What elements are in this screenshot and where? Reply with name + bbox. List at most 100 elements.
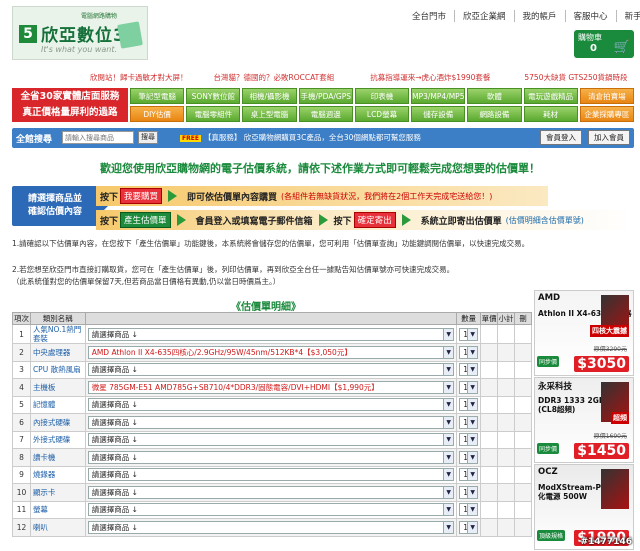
category-tab[interactable]: MP3/MP4/MP5 (411, 88, 466, 104)
step2-press: 按下 (100, 216, 119, 227)
category-tab[interactable]: 耗材 (523, 106, 578, 122)
category-tab[interactable]: 清倉拍賣場 (579, 88, 634, 104)
topnav-account[interactable]: 我的帳戶 (515, 10, 566, 22)
marquee-item[interactable]: 欣閱站！歸卡過敏才對大屏！ (86, 72, 192, 86)
product-select[interactable]: 請選擇商品 ↓ ▼ (87, 327, 455, 341)
product-select[interactable]: AMD Athlon II X4-635四核心/2.9GHz/95W/45nm/… (87, 345, 455, 359)
product-select-value: 請選擇商品 ↓ (91, 487, 138, 497)
marquee-item[interactable]: 台灣貓？德國的？必敗ROCCAT套組 (210, 72, 339, 86)
marquee-item[interactable]: 5750大缺貨 GTS250貨鍋時段 (520, 72, 631, 86)
category-tab[interactable]: SONY數位館 (186, 88, 241, 104)
category-tab[interactable]: DIY估價 (130, 106, 185, 122)
qty-select[interactable]: 1 ▼ (459, 380, 479, 394)
chevron-down-icon: ▼ (467, 504, 478, 516)
row-delete[interactable] (514, 448, 532, 467)
table-row: 5 記憶體 請選擇商品 ↓ ▼ 1 ▼ (12, 395, 532, 414)
product-select[interactable]: 微星 785GM-E51 AMD785G+SB710/4*DDR3/固態電容/D… (87, 380, 455, 394)
row-delete[interactable] (514, 360, 532, 379)
row-delete[interactable] (514, 324, 532, 344)
row-category[interactable]: 外接式硬碟 (29, 430, 86, 449)
send-button[interactable]: 確定寄出 (353, 212, 396, 228)
qty-select[interactable]: 1 ▼ (459, 433, 479, 447)
qty-select[interactable]: 1 ▼ (459, 327, 479, 341)
chevron-down-icon: ▼ (467, 469, 478, 481)
category-tab[interactable]: 儲存設備 (411, 106, 466, 122)
chevron-down-icon: ▼ (467, 346, 478, 358)
row-category[interactable]: 燒錄器 (29, 465, 86, 484)
product-select[interactable]: 請選擇商品 ↓ ▼ (87, 468, 455, 482)
news-ticker[interactable]: FREE 【真服務】 欣亞購物網購買3C產品，全台30個網點都可幫您服務 (180, 132, 421, 143)
row-category[interactable]: 記憶體 (29, 395, 86, 414)
row-category[interactable]: 內接式硬碟 (29, 413, 86, 432)
category-tab[interactable]: 手機/PDA/GPS (298, 88, 353, 104)
row-delete[interactable] (514, 413, 532, 432)
search-input[interactable] (62, 131, 134, 144)
product-select[interactable]: 請選擇商品 ↓ ▼ (87, 520, 455, 534)
topnav-enterprise[interactable]: 欣亞企業網 (455, 10, 515, 22)
row-delete[interactable] (514, 343, 532, 362)
qty-select[interactable]: 1 ▼ (459, 415, 479, 429)
row-category[interactable]: CPU 散熱風扇 (29, 360, 86, 379)
category-tab[interactable]: 電腦週邊 (298, 106, 353, 122)
topnav-stores[interactable]: 全台門市 (404, 10, 456, 22)
row-category[interactable]: 螢幕 (29, 500, 86, 519)
topnav-service[interactable]: 客服中心 (566, 10, 617, 22)
category-tab[interactable]: 網路設備 (467, 106, 522, 122)
search-button[interactable]: 搜尋 (138, 131, 158, 144)
product-select[interactable]: 請選擇商品 ↓ ▼ (87, 433, 455, 447)
logo-slogan: It's what you want. (41, 45, 118, 54)
qty-select[interactable]: 1 ▼ (459, 503, 479, 517)
product-select[interactable]: 請選擇商品 ↓ ▼ (87, 503, 455, 517)
category-tab[interactable]: 企業採購專區 (579, 106, 634, 122)
category-tab[interactable]: 筆記型電腦 (130, 88, 185, 104)
product-ad[interactable]: AMD Athlon II X4-635 處理器 同步價 $3050 原價3290元 四核… (534, 290, 634, 376)
row-delete[interactable] (514, 483, 532, 502)
row-delete[interactable] (514, 395, 532, 414)
generate-quote-button[interactable]: 產生估價單 (120, 212, 171, 228)
cart-button[interactable]: 購物車 0 🛒 (574, 30, 634, 58)
qty-select[interactable]: 1 ▼ (459, 450, 479, 464)
qty-select[interactable]: 1 ▼ (459, 485, 479, 499)
topnav-newbie[interactable]: 新手上路 (617, 10, 640, 22)
product-select[interactable]: 請選擇商品 ↓ ▼ (87, 363, 455, 377)
row-category[interactable]: 讀卡機 (29, 448, 86, 467)
login-button[interactable]: 會員登入 (540, 130, 582, 145)
qty-select[interactable]: 1 ▼ (459, 345, 479, 359)
product-ad[interactable]: 永采科技 DDR3 1333 2GB記憶體 (CL8超頻) 同步價 $1450 原價16… (534, 377, 634, 463)
row-delete[interactable] (514, 378, 532, 397)
category-tab[interactable]: LCD螢幕 (354, 106, 410, 122)
arrow-right-icon (318, 214, 328, 226)
row-category[interactable]: 顯示卡 (29, 483, 86, 502)
row-no: 11 (12, 500, 31, 519)
site-logo[interactable]: 電腦網路購物 5 欣亞數位3C It's what you want. (12, 6, 148, 60)
join-button[interactable]: 加入會員 (588, 130, 630, 145)
product-select[interactable]: 請選擇商品 ↓ ▼ (87, 415, 455, 429)
category-tab[interactable]: 電腦零組件 (186, 106, 241, 122)
instruction-3: （此系統僅對您的估價單保留7天,但若商品當日價格有異動,仍以當日時價爲主。） (12, 277, 281, 286)
qty-select[interactable]: 1 ▼ (459, 520, 479, 534)
row-delete[interactable] (514, 500, 532, 519)
row-price (480, 413, 499, 432)
category-tab[interactable]: 相機/攝影機 (242, 88, 297, 104)
row-category[interactable]: 人氣NO.1熱門套裝 (29, 324, 86, 344)
buy-button[interactable]: 我要購買 (120, 188, 163, 204)
category-tab[interactable]: 軟體 (467, 88, 522, 104)
store-promo-banner[interactable]: 全省30家實體店面服務 真正價格量屏利的過路 (12, 88, 128, 122)
row-delete[interactable] (514, 518, 532, 537)
row-category[interactable]: 喇叭 (29, 518, 86, 537)
qty-select[interactable]: 1 ▼ (459, 398, 479, 412)
marquee-item[interactable]: 抗募指導運來→虎心酒炸$1990套餐 (366, 72, 494, 86)
logo-mark-icon: 5 (19, 25, 37, 43)
row-delete[interactable] (514, 430, 532, 449)
category-tab[interactable]: 電玩遊戲精品 (523, 88, 578, 104)
product-select[interactable]: 請選擇商品 ↓ ▼ (87, 398, 455, 412)
qty-select[interactable]: 1 ▼ (459, 363, 479, 377)
row-delete[interactable] (514, 465, 532, 484)
category-tab[interactable]: 桌上型電腦 (242, 106, 297, 122)
product-select[interactable]: 請選擇商品 ↓ ▼ (87, 485, 455, 499)
product-select[interactable]: 請選擇商品 ↓ ▼ (87, 450, 455, 464)
row-category[interactable]: 主機板 (29, 378, 86, 397)
qty-select[interactable]: 1 ▼ (459, 468, 479, 482)
row-category[interactable]: 中央處理器 (29, 343, 86, 362)
category-tab[interactable]: 印表機 (354, 88, 410, 104)
